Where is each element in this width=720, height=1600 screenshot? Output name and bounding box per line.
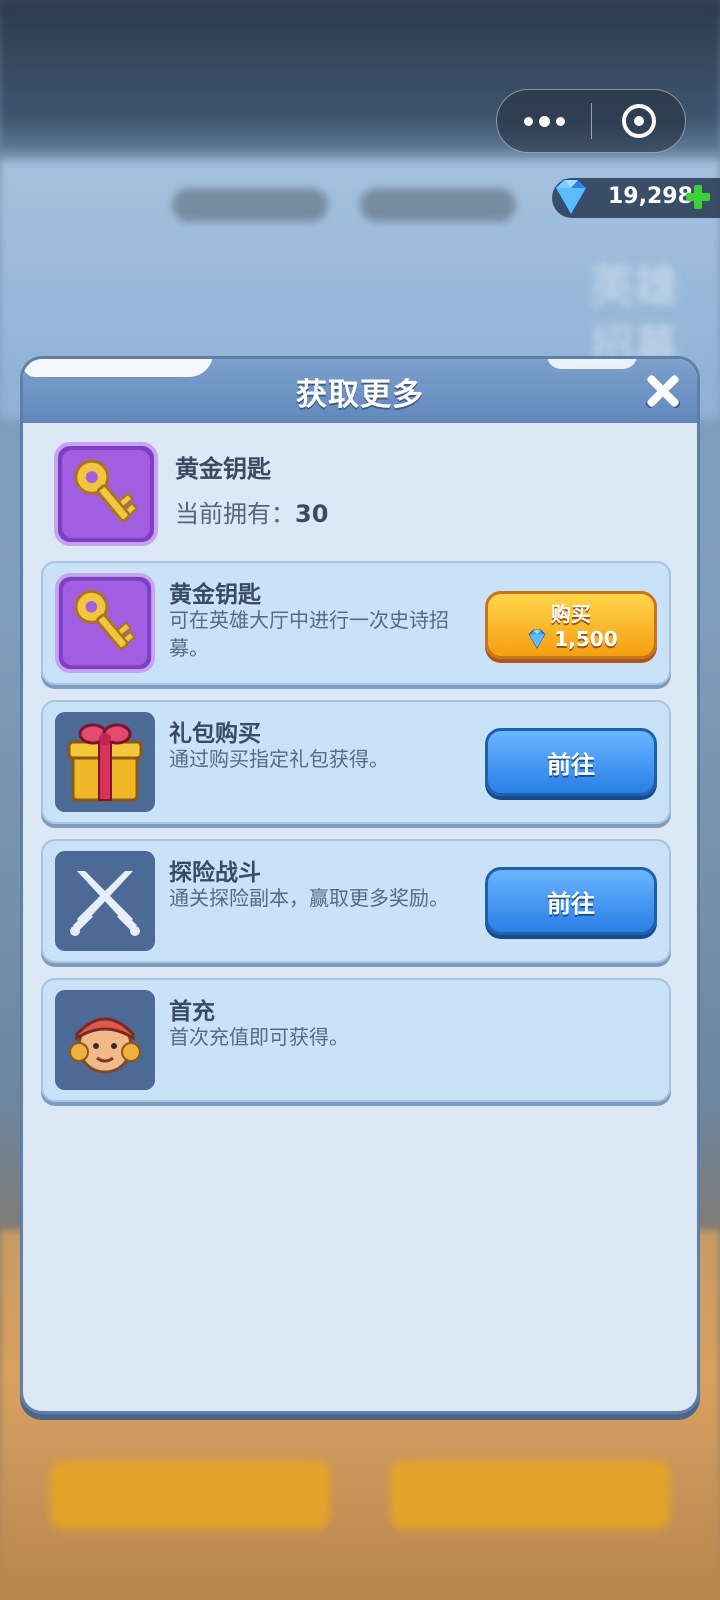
close-icon[interactable] — [639, 367, 687, 415]
goto-button[interactable]: 前往 — [485, 867, 657, 935]
gem-count: 19,298 — [608, 184, 693, 209]
row-description: 通过购买指定礼包获得。 — [169, 747, 389, 771]
item-name: 黄金钥匙 — [175, 455, 271, 483]
list-item-gift-pack: 礼包购买 通过购买指定礼包获得。 前往 — [41, 700, 671, 824]
buy-price: 1,500 — [488, 626, 654, 652]
price-value: 1,500 — [554, 627, 618, 651]
miniprogram-capsule — [496, 89, 686, 153]
diamond-icon — [528, 629, 546, 649]
owned-label: 当前拥有： — [175, 500, 295, 528]
snow-decoration — [547, 359, 637, 369]
target-icon — [621, 104, 656, 138]
dialog-header: 获取更多 — [23, 359, 697, 423]
owned-value: 30 — [295, 500, 329, 528]
add-gems-icon[interactable] — [684, 183, 712, 211]
gift-box-icon — [55, 712, 155, 812]
list-item-buy-key: 黄金钥匙 可在英雄大厅中进行一次史诗招募。 购买 1,500 — [41, 561, 671, 685]
dialog-title: 获取更多 — [296, 377, 424, 413]
hero-portrait-icon — [55, 990, 155, 1090]
owned-count: 当前拥有：30 — [175, 494, 328, 529]
diamond-icon — [554, 179, 588, 217]
buy-label: 购买 — [551, 602, 591, 626]
row-title: 首充 — [169, 999, 215, 1025]
goto-button[interactable]: 前往 — [485, 728, 657, 796]
row-description: 通关探险副本，赢取更多奖励。 — [169, 886, 449, 910]
gem-counter: 19,298 — [552, 178, 720, 218]
row-title: 礼包购买 — [169, 721, 261, 747]
list-item-first-recharge: 首充 首次充值即可获得。 — [41, 978, 671, 1102]
row-description: 可在英雄大厅中进行一次史诗招募。 — [169, 608, 449, 660]
crossed-swords-icon — [55, 851, 155, 951]
row-description: 首次充值即可获得。 — [169, 1025, 349, 1049]
get-more-dialog: 获取更多 黄金钥匙 当前拥有：30 黄金钥匙 可在英雄大厅中进行一次史诗招募。 … — [20, 356, 700, 1414]
list-item-adventure: 探险战斗 通关探险副本，赢取更多奖励。 前往 — [41, 839, 671, 963]
golden-key-icon — [55, 573, 155, 673]
more-button[interactable] — [497, 90, 591, 152]
golden-key-icon — [54, 442, 158, 546]
buy-button[interactable]: 购买 1,500 — [485, 591, 657, 659]
row-title: 黄金钥匙 — [169, 582, 261, 608]
row-title: 探险战斗 — [169, 860, 261, 886]
exit-button[interactable] — [592, 90, 685, 152]
